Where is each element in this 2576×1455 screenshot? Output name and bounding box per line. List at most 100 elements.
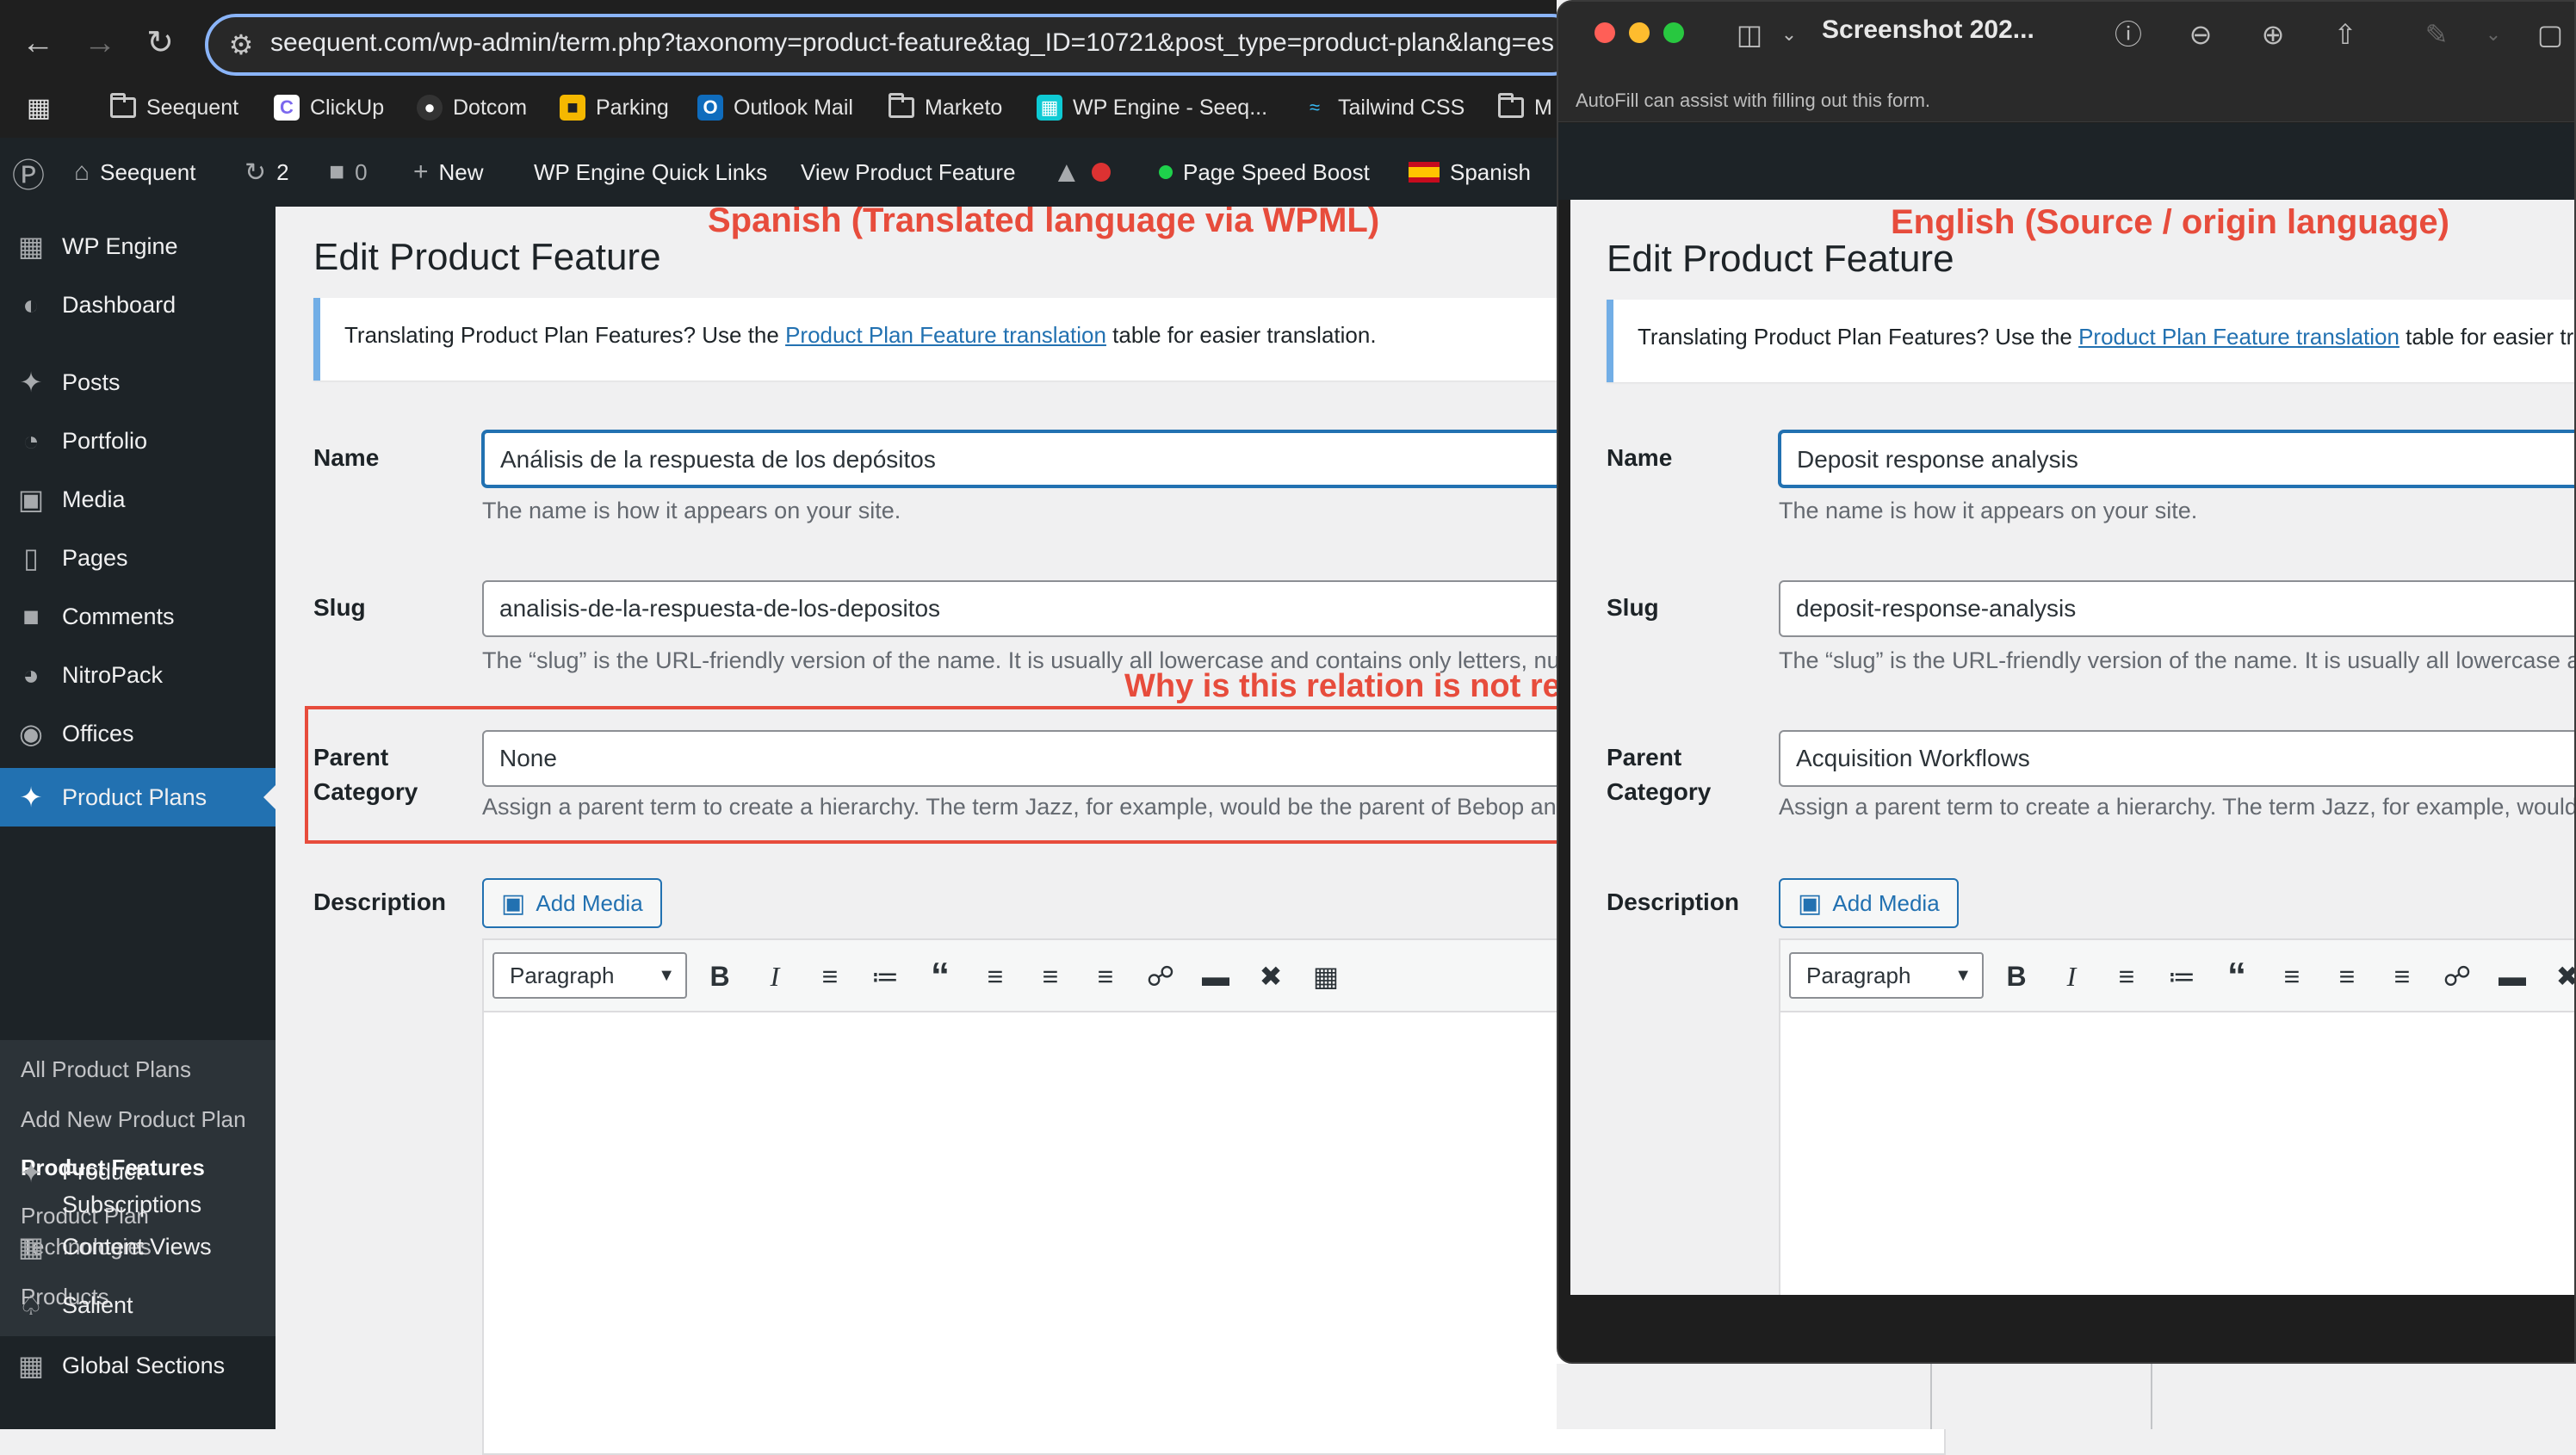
bookmark-m[interactable]: M	[1498, 88, 1552, 127]
menu-pages[interactable]: ▯ Pages	[0, 529, 276, 587]
align-center-icon[interactable]: ≡	[1030, 956, 1071, 997]
blockquote-icon[interactable]: “	[2216, 955, 2257, 997]
fullscreen-icon[interactable]: ✖	[1250, 956, 1291, 997]
page-title: Edit Product Feature	[313, 236, 661, 278]
close-window-button[interactable]	[1595, 22, 1615, 43]
bold-icon[interactable]: B	[1996, 956, 2037, 997]
forward-icon[interactable]: →	[76, 19, 124, 67]
menu-global-sections[interactable]: ▦ Global Sections	[0, 1336, 276, 1395]
bullet-list-icon[interactable]: ≡	[2106, 956, 2147, 997]
comment-icon: ■	[22, 600, 40, 632]
markup-icon[interactable]: ✎	[2418, 15, 2455, 53]
blockquote-icon[interactable]: “	[920, 955, 961, 997]
share-icon[interactable]: ⇧	[2326, 15, 2364, 53]
language-switcher[interactable]: Spanish	[1409, 138, 1531, 207]
bookmark-seequent[interactable]: Seequent	[110, 88, 238, 127]
bookmark-dotcom[interactable]: ● Dotcom	[417, 88, 527, 127]
chevron-down-icon: ▼	[658, 966, 675, 985]
new-content-link[interactable]: + New	[413, 138, 484, 207]
zoom-out-icon[interactable]: ⊖	[2182, 15, 2220, 53]
bold-icon[interactable]: B	[699, 956, 740, 997]
read-more-icon[interactable]: ▬	[1195, 956, 1236, 997]
preview-add-media-button[interactable]: ▣ Add Media	[1779, 878, 1959, 928]
menu-comments[interactable]: ■ Comments	[0, 587, 276, 646]
tailwind-icon: ≈	[1309, 96, 1321, 118]
numbered-list-icon[interactable]: ≔	[864, 956, 906, 997]
back-icon[interactable]: ←	[14, 19, 62, 67]
minimize-window-button[interactable]	[1629, 22, 1650, 43]
menu-posts[interactable]: ✦ Posts	[0, 353, 276, 412]
preview-parent-category-select[interactable]: Acquisition Workflows	[1779, 730, 2574, 787]
parent-category-select[interactable]: None	[482, 730, 1567, 787]
bookmark-clickup[interactable]: C ClickUp	[274, 88, 384, 127]
preview-format-select[interactable]: Paragraph ▼	[1789, 952, 1984, 999]
apps-icon[interactable]: ▦	[26, 88, 52, 127]
yoast-icon[interactable]: ▲	[1052, 138, 1111, 207]
align-right-icon[interactable]: ≡	[1085, 956, 1126, 997]
menu-offices[interactable]: ◉ Offices	[0, 704, 276, 763]
menu-product-plans[interactable]: ✦ Product Plans	[0, 768, 276, 827]
zoom-in-icon[interactable]: ⊕	[2254, 15, 2292, 53]
preview-slug-help: The “slug” is the URL-friendly version o…	[1779, 647, 2574, 673]
preview-name-input[interactable]: Deposit response analysis	[1779, 430, 2574, 487]
view-product-feature-link[interactable]: View Product Feature	[801, 138, 1016, 207]
add-media-button[interactable]: ▣ Add Media	[482, 878, 662, 928]
chevron-down-icon[interactable]: ⌄	[2474, 15, 2512, 53]
translation-table-link[interactable]: Product Plan Feature translation	[785, 322, 1106, 348]
page-speed-boost-link[interactable]: Page Speed Boost	[1159, 138, 1370, 207]
menu-nitropack[interactable]: ◕ NitroPack	[0, 646, 276, 704]
name-input[interactable]: Análisis de la respuesta de los depósito…	[482, 430, 1567, 487]
menu-media[interactable]: ▣ Media	[0, 470, 276, 529]
link-icon[interactable]: ☍	[1140, 956, 1181, 997]
align-left-icon[interactable]: ≡	[2271, 956, 2313, 997]
fullscreen-icon[interactable]: ✖	[2547, 956, 2574, 997]
address-bar[interactable]: ⚙ seequent.com/wp-admin/term.php?taxonom…	[205, 14, 1582, 76]
bookmark-tailwind[interactable]: ≈ Tailwind CSS	[1302, 88, 1464, 127]
sidebar-toggle-icon[interactable]: ◫	[1731, 15, 1768, 53]
link-icon[interactable]: ☍	[2437, 956, 2478, 997]
align-left-icon[interactable]: ≡	[975, 956, 1016, 997]
preview-description-label: Description	[1607, 888, 1740, 915]
zoom-window-button[interactable]	[1663, 22, 1684, 43]
bullet-list-icon[interactable]: ≡	[809, 956, 851, 997]
italic-icon[interactable]: I	[754, 956, 796, 997]
preview-slug-input[interactable]: deposit-response-analysis	[1779, 580, 2574, 637]
italic-icon[interactable]: I	[2051, 956, 2092, 997]
site-name-link[interactable]: ⌂ Seequent	[74, 138, 195, 207]
read-more-icon[interactable]: ▬	[2492, 956, 2533, 997]
toolbar-toggle-icon[interactable]: ▦	[1305, 956, 1347, 997]
reload-icon[interactable]: ↻	[136, 19, 184, 67]
site-settings-icon[interactable]: ⚙	[222, 26, 260, 64]
submenu-add-new-product-plan[interactable]: Add New Product Plan	[21, 1104, 246, 1135]
comments-link[interactable]: ■ 0	[329, 138, 368, 207]
submenu-all-product-plans[interactable]: All Product Plans	[21, 1054, 191, 1085]
menu-product-subscriptions[interactable]: ✦ Product Subscriptions	[0, 1143, 276, 1221]
info-icon[interactable]: ⓘ	[2109, 15, 2147, 53]
preview-description-editor[interactable]: Paragraph▼ B I ≡ ≔ “ ≡ ≡ ≡ ☍ ▬ ✖	[1779, 938, 2574, 1295]
menu-portfolio[interactable]: ◔ Portfolio	[0, 412, 276, 470]
menu-wp-engine[interactable]: ▦ WP Engine	[0, 217, 276, 276]
bookmark-outlook[interactable]: O Outlook Mail	[697, 88, 853, 127]
menu-salient[interactable]: ♤ Salient	[0, 1276, 276, 1334]
format-select[interactable]: Paragraph ▼	[492, 952, 687, 999]
status-dot-icon	[1159, 165, 1173, 179]
preview-window: ◫ ⌄ Screenshot 202... ⓘ ⊖ ⊕ ⇧ ✎ ⌄ ▢ Auto…	[1557, 0, 2576, 1364]
bookmark-marketo[interactable]: Marketo	[889, 88, 1002, 127]
preview-translation-table-link[interactable]: Product Plan Feature translation	[2078, 324, 2400, 350]
media-icon: ▣	[17, 484, 45, 515]
numbered-list-icon[interactable]: ≔	[2161, 956, 2202, 997]
wordpress-logo-icon[interactable]: Ⓟ	[12, 138, 45, 207]
bookmark-parking[interactable]: ■ Parking	[560, 88, 669, 127]
crop-icon[interactable]: ▢	[2531, 15, 2569, 53]
preview-slug-label: Slug	[1607, 594, 1659, 621]
wp-engine-quick-links[interactable]: WP Engine Quick Links	[534, 138, 767, 207]
slug-input[interactable]: analisis-de-la-respuesta-de-los-deposito…	[482, 580, 1567, 637]
menu-dashboard[interactable]: ◐ Dashboard	[0, 276, 276, 334]
parent-category-help: Assign a parent term to create a hierarc…	[482, 794, 1557, 820]
align-right-icon[interactable]: ≡	[2381, 956, 2423, 997]
menu-content-views[interactable]: ▦ Content Views	[0, 1217, 276, 1276]
updates-link[interactable]: ↻ 2	[245, 138, 289, 207]
bookmark-wpengine[interactable]: ▦ WP Engine - Seeq...	[1037, 88, 1267, 127]
chevron-down-icon[interactable]: ⌄	[1770, 15, 1808, 53]
align-center-icon[interactable]: ≡	[2326, 956, 2368, 997]
